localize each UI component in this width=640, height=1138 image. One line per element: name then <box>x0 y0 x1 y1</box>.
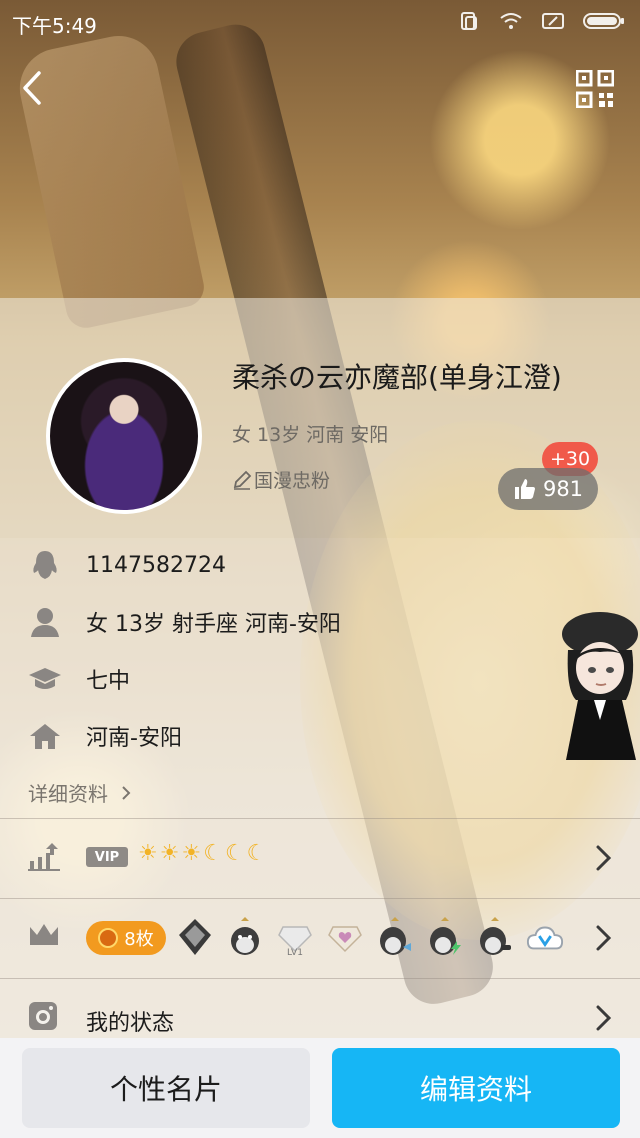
nickname: 柔杀の云亦魔部(单身江澄) <box>232 361 562 394</box>
home-icon <box>28 719 62 753</box>
basic-info: 女 13岁 河南 安阳 <box>232 424 389 446</box>
like-count: 981 <box>542 477 584 501</box>
chevron-right-icon <box>596 1005 612 1031</box>
medal-wall-row[interactable]: 8枚 LV1 <box>0 899 640 977</box>
qr-code-button[interactable] <box>575 69 615 109</box>
wifi-icon <box>498 8 524 34</box>
penguin-icon <box>226 913 264 957</box>
battery-icon <box>582 8 626 34</box>
medal-count-badge: 8枚 <box>86 921 166 955</box>
edit-profile-button[interactable]: 编辑资料 <box>332 1048 620 1128</box>
signature[interactable]: 国漫忠粉 <box>232 466 330 493</box>
graduation-cap-icon <box>28 662 62 696</box>
vip-tag: VIP <box>86 847 128 867</box>
personal-info: 女 13岁 射手座 河南-安阳 <box>86 612 341 637</box>
sun-icon: ☀ <box>181 841 202 866</box>
status-icons <box>456 8 626 34</box>
penguin-fish-icon <box>376 913 414 957</box>
cloud-v-icon <box>526 913 564 957</box>
person-icon <box>28 605 62 639</box>
diamond-lv1-icon: LV1 <box>276 913 314 957</box>
crown-icon <box>28 921 62 955</box>
avatar[interactable] <box>46 358 202 514</box>
like-button[interactable]: 981 <box>498 468 598 510</box>
thumbs-up-icon <box>514 479 535 499</box>
medal-count: 8枚 <box>124 929 154 950</box>
medal-icon <box>98 928 119 948</box>
detail-info-link[interactable]: 详细资料 <box>28 778 132 807</box>
vip-row[interactable]: VIP ☀ ☀ ☀ ☾ ☾ ☾ <box>0 819 640 897</box>
chevron-right-icon <box>596 925 612 951</box>
back-arrow-icon <box>23 71 41 105</box>
moon-icon: ☾ <box>224 841 245 866</box>
chevron-right-icon <box>122 786 131 800</box>
level-up-icon <box>28 841 62 875</box>
school: 七中 <box>86 669 131 694</box>
top-nav <box>0 56 640 120</box>
vip-level-icons: ☀ ☀ ☀ ☾ ☾ ☾ <box>138 841 266 866</box>
signature-text: 国漫忠粉 <box>254 470 331 492</box>
qq-number: 1147582724 <box>86 552 226 578</box>
hometown-row: 河南-安阳 <box>0 708 640 764</box>
screen-rotate-icon <box>456 8 482 34</box>
moon-icon: ☾ <box>203 841 223 866</box>
bottom-action-bar: 个性名片 编辑资料 <box>0 1038 640 1138</box>
svg-text:LV1: LV1 <box>287 948 303 957</box>
personal-info-row: 女 13岁 射手座 河南-安阳 <box>0 594 640 650</box>
sun-icon: ☀ <box>159 841 180 866</box>
detail-info-label: 详细资料 <box>28 782 108 806</box>
moon-icon: ☾ <box>246 841 267 866</box>
status-time: 下午5:49 <box>12 14 97 38</box>
penguin-lightning-icon <box>426 913 464 957</box>
pencil-icon <box>233 470 252 490</box>
my-status-label: 我的状态 <box>86 1011 175 1036</box>
diamond-heart-icon <box>326 913 364 957</box>
status-bar: 下午5:49 <box>0 0 640 44</box>
sim-icon <box>540 8 566 34</box>
qr-code-icon <box>575 69 615 109</box>
hometown: 河南-安阳 <box>86 726 182 751</box>
qq-number-row: 1147582724 <box>0 537 640 593</box>
personal-card-button[interactable]: 个性名片 <box>22 1048 310 1128</box>
penguin-outline-icon <box>28 548 62 582</box>
back-button[interactable] <box>12 66 52 110</box>
medal-badges: LV1 <box>176 913 564 957</box>
floating-mascot[interactable] <box>556 600 640 760</box>
penguin-sunglasses-icon <box>476 913 514 957</box>
school-row: 七中 <box>0 651 640 707</box>
sun-icon: ☀ <box>138 841 158 866</box>
diamond-dark-icon <box>176 913 214 957</box>
camera-icon <box>28 1001 62 1035</box>
chevron-right-icon <box>596 845 612 871</box>
